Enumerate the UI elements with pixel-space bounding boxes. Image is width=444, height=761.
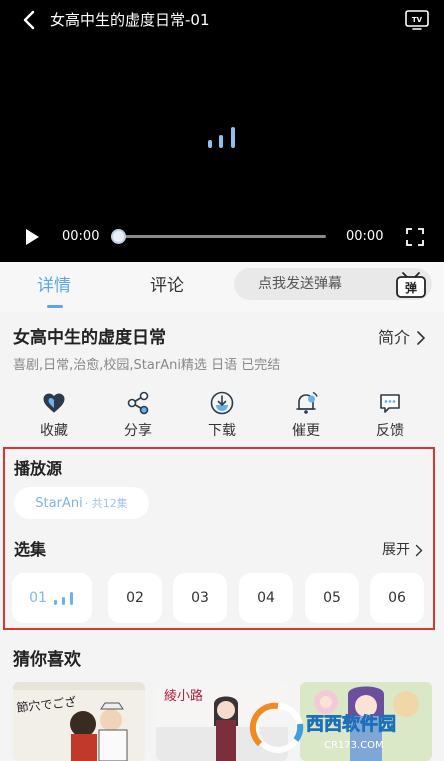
play-icon[interactable] [22, 227, 42, 247]
source-chip-starani[interactable]: StarAni · 共12集 [14, 487, 149, 519]
watermark-url: CR173.COM [324, 740, 384, 751]
danmaku-placeholder: 点我发送弹幕 [258, 276, 342, 292]
episode-number: 05 [323, 590, 341, 606]
now-playing-icon [53, 592, 73, 605]
tab-comments[interactable]: 评论 [150, 274, 184, 298]
danmaku-icon-label: 弹 [405, 280, 417, 295]
progress-bar[interactable] [118, 235, 326, 238]
remind-update-label: 催更 [292, 423, 320, 439]
episode-item[interactable]: 01 [12, 573, 92, 623]
danmaku-toggle-icon[interactable]: 弹 [394, 268, 428, 300]
episode-list: 01 02 03 04 05 06 [12, 573, 428, 623]
download-label: 下载 [208, 423, 236, 439]
heart-icon [43, 393, 65, 413]
remind-update-button[interactable]: 催更 [276, 390, 336, 442]
watermark-brand: 西西软件园 [306, 713, 396, 735]
current-time: 00:00 [62, 229, 100, 244]
episode-number: 03 [191, 590, 209, 606]
share-icon [127, 391, 149, 415]
episode-number: 06 [388, 590, 406, 606]
chevron-right-icon [417, 331, 426, 345]
feedback-button[interactable]: 反馈 [360, 390, 420, 442]
anime-title: 女高中生的虚度日常 [13, 328, 166, 348]
expand-episodes-button[interactable]: 展开 [382, 539, 423, 561]
episode-item[interactable]: 04 [239, 573, 293, 623]
back-arrow-icon[interactable] [18, 8, 42, 32]
share-label: 分享 [124, 423, 152, 439]
intro-button[interactable]: 简介 [378, 326, 426, 350]
player-controls: 00:00 00:00 [0, 222, 444, 252]
loading-icon [208, 127, 235, 148]
svg-text:TV: TV [412, 16, 423, 24]
source-episode-panel: 播放源 StarAni · 共12集 选集 展开 01 02 03 04 05 … [3, 447, 435, 630]
recommend-card[interactable]: 節穴でござ [13, 682, 145, 761]
fullscreen-icon[interactable] [405, 227, 425, 247]
episode-number: 01 [29, 590, 47, 606]
source-section-title: 播放源 [14, 459, 63, 478]
bell-icon [296, 391, 318, 414]
episode-item[interactable]: 06 [370, 573, 424, 623]
episode-section-title: 选集 [14, 540, 47, 559]
danmaku-input[interactable]: 点我发送弹幕 弹 [234, 268, 432, 300]
tab-indicator [47, 305, 63, 308]
video-title: 女高中生的虚度日常-01 [50, 11, 210, 29]
video-player[interactable]: 女高中生的虚度日常-01 TV 00:00 00:00 [0, 0, 444, 262]
cover-title-2: 綾小路 [164, 688, 203, 704]
anime-tags: 喜剧,日常,治愈,校园,StarAni精选 日语 已完结 [13, 358, 281, 373]
feedback-icon [380, 394, 400, 413]
episode-item[interactable]: 05 [305, 573, 359, 623]
action-bar: 收藏 分享 下载 催更 反馈 [0, 390, 444, 442]
cast-tv-icon[interactable]: TV [404, 8, 430, 32]
chevron-right-icon [415, 544, 423, 556]
total-time: 00:00 [346, 229, 384, 244]
site-watermark: 西西软件园 CR173.COM [249, 702, 396, 753]
episode-number: 04 [257, 590, 275, 606]
intro-label: 简介 [377, 328, 410, 347]
favorite-button[interactable]: 收藏 [24, 390, 84, 442]
source-name: StarAni [35, 495, 83, 511]
share-button[interactable]: 分享 [108, 390, 168, 442]
episode-item[interactable]: 03 [173, 573, 227, 623]
episode-item[interactable]: 02 [108, 573, 162, 623]
tab-details[interactable]: 详情 [37, 274, 71, 298]
episode-number: 02 [126, 590, 144, 606]
source-episode-count: · 共12集 [84, 497, 128, 510]
feedback-label: 反馈 [376, 423, 404, 439]
recommend-section-title: 猜你喜欢 [13, 650, 81, 670]
download-icon [210, 391, 234, 415]
recommend-cover: 節穴でござ [13, 682, 145, 761]
anime-info: 女高中生的虚度日常 简介 喜剧,日常,治愈,校园,StarAni精选 日语 已完… [0, 312, 444, 447]
expand-label: 展开 [382, 542, 410, 558]
download-button[interactable]: 下载 [192, 390, 252, 442]
progress-handle[interactable] [111, 229, 126, 244]
favorite-label: 收藏 [40, 423, 68, 439]
